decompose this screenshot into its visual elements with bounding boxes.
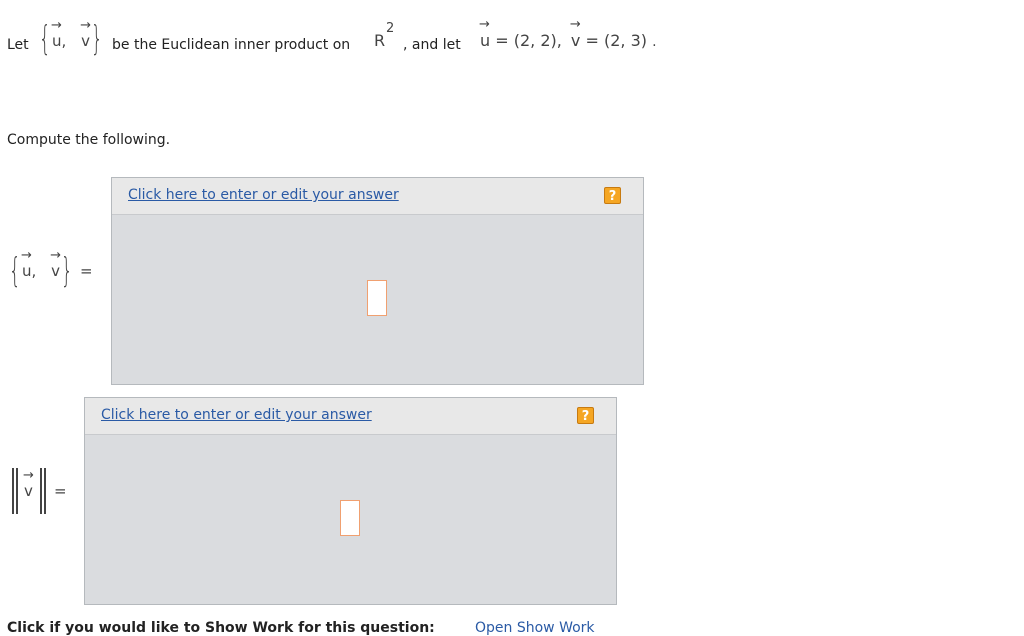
- and-let-label: , and let: [403, 37, 461, 53]
- answer-input-1[interactable]: [367, 280, 387, 316]
- answer-panel-2[interactable]: Click here to enter or edit your answer …: [84, 397, 617, 605]
- let-label: Let: [7, 37, 29, 53]
- answer-panel-header: Click here to enter or edit your answer …: [112, 178, 643, 215]
- inner-product-description: be the Euclidean inner product on: [112, 37, 351, 53]
- u-symbol: u: [52, 32, 62, 50]
- equals-sign: =: [54, 482, 67, 500]
- equals-sign: =: [80, 262, 93, 280]
- help-icon[interactable]: ?: [577, 407, 594, 424]
- enter-answer-link[interactable]: Click here to enter or edit your answer: [128, 187, 399, 203]
- help-icon[interactable]: ?: [604, 187, 621, 204]
- question-1-label: { → u, → v } =: [8, 248, 93, 291]
- open-show-work-link[interactable]: Open Show Work: [475, 620, 595, 636]
- left-angle-bracket-icon: {: [8, 251, 21, 291]
- right-angle-bracket-icon: }: [60, 251, 73, 291]
- v-symbol: v: [81, 32, 90, 50]
- u-definition: → u = (2, 2), → v = (2, 3) .: [479, 17, 657, 50]
- u-value: = (2, 2),: [495, 31, 562, 50]
- v-value: = (2, 3): [585, 31, 647, 50]
- show-work-prompt: Click if you would like to Show Work for…: [7, 620, 435, 636]
- enter-answer-link[interactable]: Click here to enter or edit your answer: [101, 407, 372, 423]
- left-angle-bracket-icon: {: [38, 19, 51, 59]
- question-2-label: → v =: [12, 466, 82, 518]
- space-exponent: 2: [386, 21, 395, 36]
- instruction-text: Compute the following.: [7, 132, 171, 148]
- answer-input-2[interactable]: [340, 500, 360, 536]
- space-symbol: R: [374, 31, 386, 50]
- answer-panel-header: Click here to enter or edit your answer …: [85, 398, 616, 435]
- answer-panel-1[interactable]: Click here to enter or edit your answer …: [111, 177, 644, 385]
- right-angle-bracket-icon: }: [90, 19, 103, 59]
